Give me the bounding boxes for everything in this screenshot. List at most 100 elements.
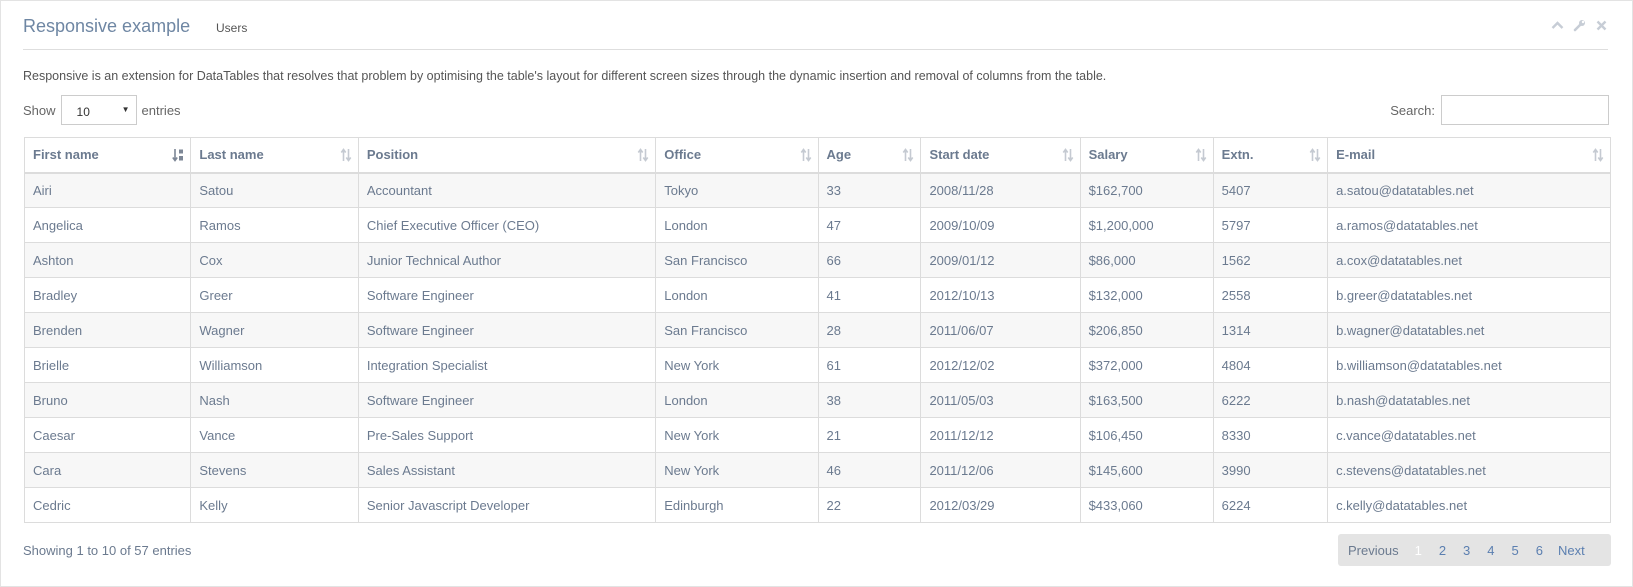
table-cell: $86,000 — [1079, 242, 1214, 278]
pagination-next[interactable]: Next — [1558, 543, 1585, 558]
table-cell: Software Engineer — [357, 312, 657, 348]
table-cell: Software Engineer — [357, 382, 657, 418]
search-input[interactable] — [1441, 95, 1609, 125]
table-cell: $206,850 — [1079, 312, 1214, 348]
column-header[interactable]: Salary — [1079, 137, 1214, 174]
table-cell: London — [655, 382, 819, 418]
table-cell: 5797 — [1212, 207, 1329, 243]
column-header[interactable]: Extn. — [1212, 137, 1329, 174]
close-icon[interactable] — [1595, 19, 1608, 32]
table-cell: 8330 — [1212, 417, 1329, 453]
table-cell: 3990 — [1212, 452, 1329, 488]
table-cell: Cox — [190, 242, 359, 278]
table-row[interactable]: Cedric Kelly Senior Javascript Developer Ed… — [23, 487, 1611, 523]
chevron-up-icon[interactable] — [1551, 19, 1564, 32]
table-cell: $1,200,000 — [1079, 207, 1214, 243]
table-head: First name Last name Position Office Age Star… — [23, 137, 1611, 174]
table-cell: New York — [655, 452, 819, 488]
column-header[interactable]: Start date — [920, 137, 1081, 174]
table-row[interactable]: Airi Satou Accountant Tokyo 33 2008/11/28 $162… — [23, 172, 1611, 208]
wrench-icon[interactable] — [1573, 19, 1586, 32]
table-cell: 41 — [817, 277, 922, 313]
pagination-page-6[interactable]: 6 — [1536, 543, 1543, 558]
table-row[interactable]: Ashton Cox Junior Technical Author San Fran… — [23, 242, 1611, 278]
table-cell: 2012/10/13 — [920, 277, 1081, 313]
table-cell: 2008/11/28 — [920, 172, 1081, 208]
table-cell: b.williamson@datatables.net — [1327, 347, 1611, 383]
column-header-label: E-mail — [1336, 147, 1376, 163]
table-row[interactable]: Brielle Williamson Integration Specialist N… — [23, 347, 1611, 383]
table-cell: Integration Specialist — [357, 347, 657, 383]
widget-toolbar — [1551, 19, 1608, 32]
table-cell: Senior Javascript Developer — [357, 487, 657, 523]
pagination-page-1[interactable]: 1 — [1415, 543, 1422, 558]
sort-icon — [1309, 148, 1321, 165]
table-cell: b.wagner@datatables.net — [1327, 312, 1611, 348]
table-cell: c.kelly@datatables.net — [1327, 487, 1611, 523]
table-cell: c.vance@datatables.net — [1327, 417, 1611, 453]
pagination-previous[interactable]: Previous — [1348, 543, 1399, 558]
sort-icon — [1195, 148, 1207, 165]
table-cell: $162,700 — [1079, 172, 1214, 208]
column-header[interactable]: First name — [23, 137, 192, 174]
sort-icon — [1592, 148, 1604, 165]
column-header-label: Extn. — [1221, 147, 1254, 163]
table-row[interactable]: Bruno Nash Software Engineer London 38 2011/0… — [23, 382, 1611, 418]
table-cell: Brielle — [23, 347, 192, 383]
table-cell: 46 — [817, 452, 922, 488]
table-cell: 2009/01/12 — [920, 242, 1081, 278]
table-cell: London — [655, 207, 819, 243]
widget-subtitle: Users — [216, 21, 248, 35]
sort-icon — [902, 148, 914, 165]
sort-icon — [800, 148, 812, 165]
table-cell: 2009/10/09 — [920, 207, 1081, 243]
table-cell: 66 — [817, 242, 922, 278]
column-header[interactable]: E-mail — [1327, 137, 1611, 174]
column-header[interactable]: Last name — [190, 137, 359, 174]
pagination-page-3[interactable]: 3 — [1463, 543, 1470, 558]
length-select-value: 10 — [76, 105, 90, 119]
table-info: Showing 1 to 10 of 57 entries — [23, 543, 192, 558]
table-cell: Chief Executive Officer (CEO) — [357, 207, 657, 243]
table-row[interactable]: Bradley Greer Software Engineer London 41 201… — [23, 277, 1611, 313]
table-row[interactable]: Angelica Ramos Chief Executive Officer (CE… — [23, 207, 1611, 243]
table-cell: b.greer@datatables.net — [1327, 277, 1611, 313]
table-row[interactable]: Cara Stevens Sales Assistant New York 46 2011… — [23, 452, 1611, 488]
length-select[interactable]: 10 ▼ — [60, 95, 137, 125]
sort-alpha-asc-icon — [172, 148, 184, 165]
sort-icon — [340, 148, 352, 165]
table-body: Airi Satou Accountant Tokyo 33 2008/11/28 $162… — [23, 172, 1611, 523]
table-cell: $106,450 — [1079, 417, 1214, 453]
pagination: Previous 1 2 3 4 5 6 Next — [1338, 534, 1611, 566]
table-cell: Ramos — [190, 207, 359, 243]
table-row[interactable]: Brenden Wagner Software Engineer San Franci… — [23, 312, 1611, 348]
widget-title: Responsive example — [23, 16, 191, 36]
table-cell: $132,000 — [1079, 277, 1214, 313]
widget: Responsive example Users Responsive is a… — [0, 0, 1633, 587]
length-entries-label: entries — [141, 102, 181, 118]
users-table: First name Last name Position Office Age Star… — [23, 137, 1611, 523]
column-header-label: Last name — [199, 147, 264, 163]
description-text: Responsive is an extension for DataTable… — [23, 69, 1107, 83]
pagination-page-5[interactable]: 5 — [1512, 543, 1519, 558]
table-cell: Accountant — [357, 172, 657, 208]
caret-down-icon: ▼ — [121, 105, 130, 114]
column-header[interactable]: Position — [357, 137, 657, 174]
table-cell: San Francisco — [655, 312, 819, 348]
table-cell: Bruno — [23, 382, 192, 418]
table-cell: Greer — [190, 277, 359, 313]
search-label: Search: — [1390, 102, 1435, 118]
table-cell: Cedric — [23, 487, 192, 523]
table-cell: Junior Technical Author — [357, 242, 657, 278]
column-header[interactable]: Age — [817, 137, 922, 174]
table-cell: San Francisco — [655, 242, 819, 278]
table-cell: London — [655, 277, 819, 313]
pagination-page-4[interactable]: 4 — [1487, 543, 1494, 558]
table-cell: 1562 — [1212, 242, 1329, 278]
table-row[interactable]: Caesar Vance Pre-Sales Support New York 21 20… — [23, 417, 1611, 453]
table-cell: $163,500 — [1079, 382, 1214, 418]
column-header[interactable]: Office — [655, 137, 819, 174]
table-cell: a.ramos@datatables.net — [1327, 207, 1611, 243]
pagination-page-2[interactable]: 2 — [1439, 543, 1446, 558]
table-cell: Sales Assistant — [357, 452, 657, 488]
